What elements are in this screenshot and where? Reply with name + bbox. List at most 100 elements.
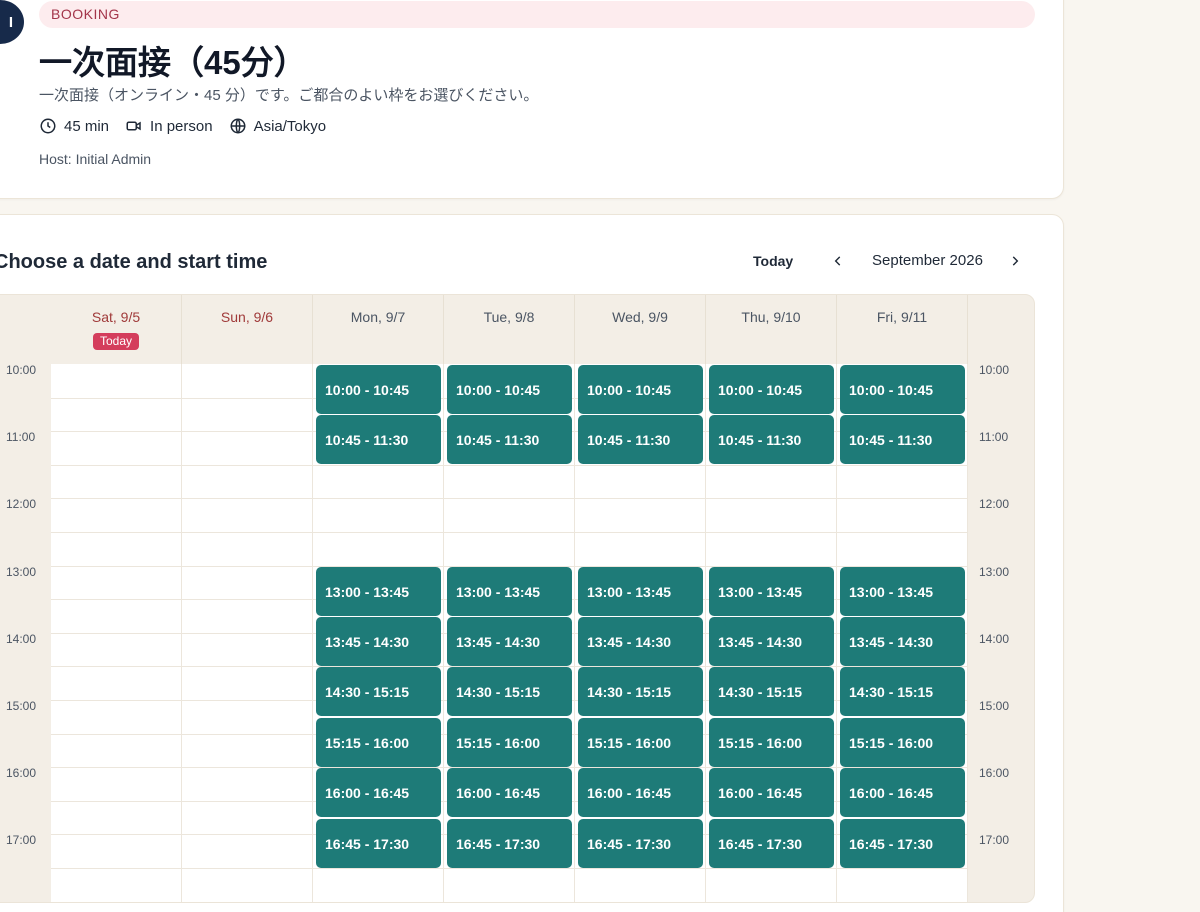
time-slot-button[interactable]: 13:00 - 13:45 [447, 566, 572, 616]
time-slot-button[interactable]: 15:15 - 16:00 [840, 717, 965, 767]
time-slot-button[interactable]: 10:45 - 11:30 [578, 415, 703, 465]
time-label-right: 10:00 [979, 363, 1010, 377]
location-label: In person [150, 117, 213, 135]
grid-line [51, 532, 967, 533]
day-header: Mon, 9/7 [313, 295, 444, 364]
event-description: 一次面接（オンライン・45 分）です。ご都合のよい枠をお選びください。 [39, 87, 539, 104]
day-header: Tue, 9/8 [444, 295, 575, 364]
time-slot-button[interactable]: 13:45 - 14:30 [840, 617, 965, 666]
day-header: Wed, 9/9 [575, 295, 706, 364]
time-label-left: 10:00 [6, 363, 37, 377]
time-slot-button[interactable]: 13:45 - 14:30 [709, 617, 834, 666]
chevron-left-icon [834, 256, 841, 266]
avatar-initial: I [8, 13, 14, 31]
time-slot-button[interactable]: 10:45 - 11:30 [316, 415, 441, 465]
time-slot-button[interactable]: 13:45 - 14:30 [578, 617, 703, 666]
day-header: Sat, 9/5 Today [51, 295, 182, 364]
time-label-left: 15:00 [6, 699, 37, 713]
timezone-meta: Asia/Tokyo [229, 117, 327, 135]
day-header: Fri, 9/11 [837, 295, 968, 364]
day-header-label: Sat, 9/5 [91, 309, 141, 325]
time-label-right: 17:00 [979, 833, 1010, 848]
time-slot-button[interactable]: 13:00 - 13:45 [578, 566, 703, 616]
prev-week-button[interactable] [827, 250, 849, 272]
duration-label: 45 min [64, 117, 110, 135]
today-button[interactable]: Today [753, 253, 793, 269]
timezone-label: Asia/Tokyo [253, 117, 327, 135]
time-slot-button[interactable]: 15:15 - 16:00 [447, 717, 572, 767]
time-slot-button[interactable]: 10:00 - 10:45 [578, 365, 703, 414]
time-slot-button[interactable]: 13:45 - 14:30 [316, 617, 441, 666]
time-slot-button[interactable]: 14:30 - 15:15 [316, 667, 441, 717]
time-label-left: 16:00 [6, 766, 37, 781]
time-slot-button[interactable]: 13:00 - 13:45 [840, 566, 965, 616]
time-slot-button[interactable]: 10:00 - 10:45 [709, 365, 834, 414]
grid-line [51, 901, 967, 902]
time-slot-button[interactable]: 10:45 - 11:30 [447, 415, 572, 465]
time-slot-button[interactable]: 16:00 - 16:45 [447, 768, 572, 818]
time-slot-button[interactable]: 16:45 - 17:30 [709, 818, 834, 868]
time-label-right: 16:00 [979, 766, 1010, 781]
day-header-label: Mon, 9/7 [350, 309, 406, 325]
day-header-label: Wed, 9/9 [612, 309, 668, 325]
time-slot-button[interactable]: 15:15 - 16:00 [316, 717, 441, 767]
time-slot-button[interactable]: 15:15 - 16:00 [709, 717, 834, 767]
time-label-right: 15:00 [979, 699, 1010, 713]
day-header: Thu, 9/10 [706, 295, 837, 364]
host-label: Host: Initial Admin [39, 151, 152, 167]
time-slot-button[interactable]: 15:15 - 16:00 [578, 717, 703, 767]
grid-line [51, 464, 967, 466]
time-slot-button[interactable]: 14:30 - 15:15 [709, 667, 834, 717]
time-label-left: 13:00 [6, 564, 37, 579]
chevron-right-icon [1012, 256, 1019, 266]
time-slot-button[interactable]: 10:00 - 10:45 [447, 365, 572, 414]
globe-icon [230, 118, 246, 134]
day-header-label: Fri, 9/11 [876, 309, 928, 325]
time-label-right: 14:00 [979, 631, 1010, 646]
booking-badge: BOOKING [39, 1, 1035, 28]
video-icon [126, 121, 141, 131]
time-slot-button[interactable]: 13:00 - 13:45 [709, 566, 834, 616]
time-label-left: 17:00 [6, 833, 37, 848]
location-meta: In person [125, 117, 213, 135]
time-slot-button[interactable]: 14:30 - 15:15 [578, 667, 703, 717]
next-week-button[interactable] [1004, 250, 1026, 272]
booking-badge-label: BOOKING [51, 6, 120, 22]
event-title: 一次面接（45分） [39, 44, 307, 81]
time-label-right: 11:00 [979, 430, 1009, 445]
time-slot-button[interactable]: 16:00 - 16:45 [578, 768, 703, 818]
time-slot-button[interactable]: 16:45 - 17:30 [316, 818, 441, 868]
time-slot-button[interactable]: 10:45 - 11:30 [709, 415, 834, 465]
time-label-left: 12:00 [6, 497, 37, 512]
time-slot-button[interactable]: 16:45 - 17:30 [578, 818, 703, 868]
time-slot-button[interactable]: 16:45 - 17:30 [840, 818, 965, 868]
clock-icon [40, 118, 56, 134]
day-header-label: Thu, 9/10 [741, 309, 801, 325]
time-slot-button[interactable]: 14:30 - 15:15 [447, 667, 572, 717]
event-meta: 45 min In person Asia/Tokyo [39, 117, 342, 135]
day-header-label: Tue, 9/8 [483, 309, 535, 325]
time-slot-button[interactable]: 13:00 - 13:45 [316, 566, 441, 616]
time-slot-button[interactable]: 10:45 - 11:30 [840, 415, 965, 465]
month-label: September 2026 [872, 252, 983, 269]
week-grid: Sat, 9/5 Today Sun, 9/6 Mon, 9/7 Tue, 9/8 Wed… [0, 294, 1035, 903]
time-slot-button[interactable]: 16:00 - 16:45 [840, 768, 965, 818]
time-label-right: 13:00 [979, 564, 1010, 579]
time-slot-button[interactable]: 10:00 - 10:45 [316, 365, 441, 414]
time-slot-button[interactable]: 16:00 - 16:45 [709, 768, 834, 818]
today-badge: Today [92, 333, 140, 350]
time-slot-button[interactable]: 10:00 - 10:45 [840, 365, 965, 414]
time-label-left: 14:00 [6, 631, 37, 646]
time-slot-button[interactable]: 16:00 - 16:45 [316, 768, 441, 818]
day-header-label: Sun, 9/6 [220, 309, 274, 325]
grid-line [51, 498, 967, 500]
time-slot-button[interactable]: 16:45 - 17:30 [447, 818, 572, 868]
grid-line [51, 868, 967, 869]
day-header: Sun, 9/6 [182, 295, 313, 364]
time-slot-button[interactable]: 14:30 - 15:15 [840, 667, 965, 717]
time-label-left: 11:00 [6, 430, 36, 445]
time-label-right: 12:00 [979, 497, 1010, 512]
section-title: Choose a date and start time [0, 251, 268, 273]
duration-meta: 45 min [39, 117, 109, 135]
time-slot-button[interactable]: 13:45 - 14:30 [447, 617, 572, 666]
